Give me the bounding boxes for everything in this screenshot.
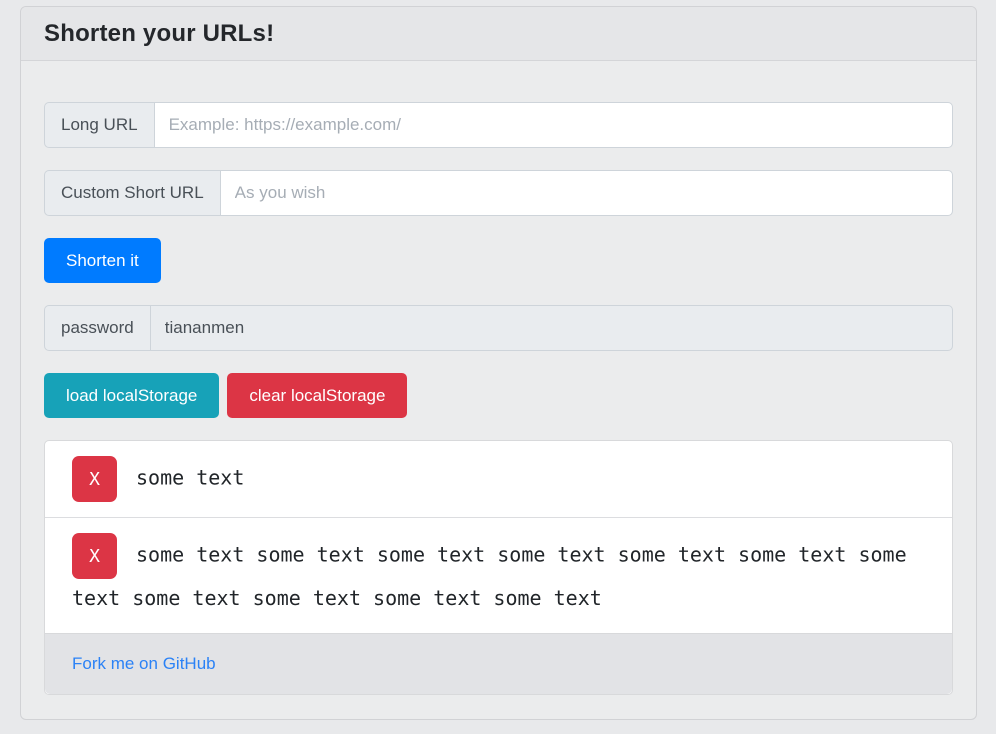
clear-localstorage-button[interactable]: clear localStorage — [227, 373, 407, 418]
long-url-group: Long URL — [44, 102, 953, 148]
custom-short-url-label: Custom Short URL — [44, 170, 220, 216]
delete-item-button[interactable]: X — [72, 533, 117, 579]
long-url-input[interactable] — [154, 102, 953, 148]
delete-item-button[interactable]: X — [72, 456, 117, 502]
long-url-label: Long URL — [44, 102, 154, 148]
list-item-text: some text — [136, 466, 244, 490]
github-link[interactable]: Fork me on GitHub — [72, 654, 216, 673]
password-group: password — [44, 305, 953, 351]
url-list: Xsome text Xsome text some text some tex… — [44, 440, 953, 695]
list-item: Xsome text some text some text some text… — [45, 517, 952, 633]
localstorage-button-row: load localStorage clear localStorage — [44, 373, 953, 418]
list-item-text: some text some text some text some text … — [72, 543, 907, 611]
password-input[interactable] — [150, 305, 953, 351]
page-title: Shorten your URLs! — [44, 20, 274, 48]
password-label: password — [44, 305, 150, 351]
shorten-button-row: Shorten it — [44, 238, 953, 283]
card-header: Shorten your URLs! — [21, 7, 976, 61]
custom-short-url-group: Custom Short URL — [44, 170, 953, 216]
shorten-button[interactable]: Shorten it — [44, 238, 161, 283]
load-localstorage-button[interactable]: load localStorage — [44, 373, 219, 418]
shortener-card: Shorten your URLs! Long URL Custom Short… — [20, 6, 977, 720]
custom-short-url-input[interactable] — [220, 170, 953, 216]
card-body: Long URL Custom Short URL Shorten it pas… — [21, 61, 976, 719]
card-footer: Fork me on GitHub — [45, 633, 952, 694]
list-item: Xsome text — [45, 441, 952, 517]
